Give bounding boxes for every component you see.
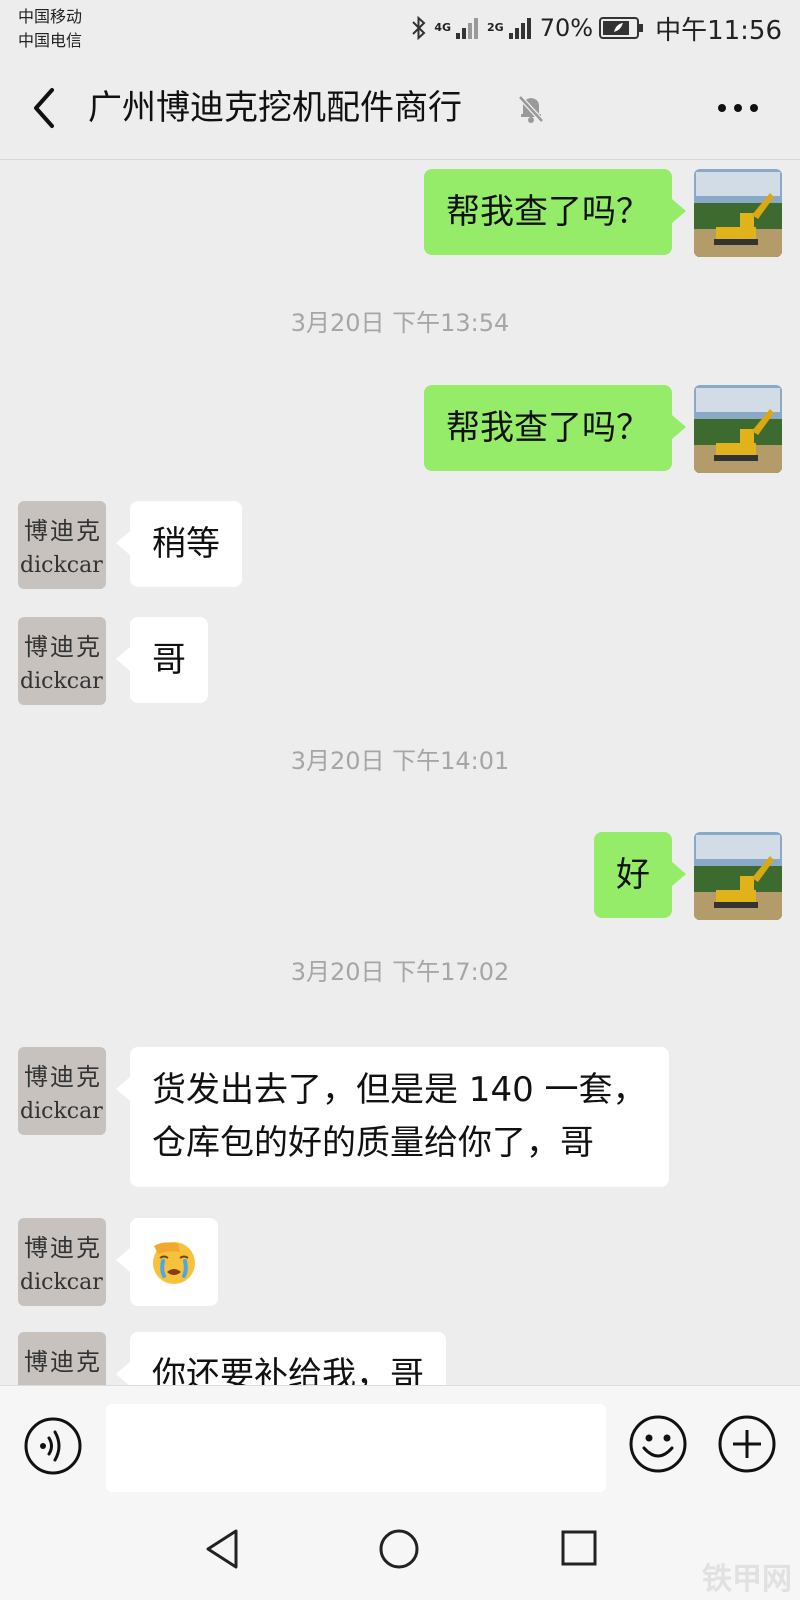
input-bar <box>0 1385 800 1495</box>
timestamp: 3月20日 下午17:02 <box>290 958 510 986</box>
bluetooth-icon <box>410 14 428 42</box>
timestamp: 3月20日 下午13:54 <box>290 309 510 337</box>
system-navigation: 铁甲网 <box>0 1495 800 1600</box>
avatar-text-cn: 博迪克 <box>24 1348 102 1376</box>
message-sent: 帮我查了吗？ <box>0 385 800 475</box>
bell-slash-icon <box>515 92 547 124</box>
message-bubble[interactable]: 帮我查了吗？ <box>424 385 686 471</box>
voice-icon[interactable] <box>23 1416 83 1476</box>
message-bubble[interactable]: 好 <box>594 832 686 918</box>
my-avatar[interactable] <box>694 169 782 257</box>
message-line: 仓库包的好的质量给你了，哥 <box>152 1123 594 1163</box>
status-icons: 4G 2G 70% 中午11:56 <box>410 10 782 46</box>
message-received: 博迪克 dickcar 哥 <box>0 617 800 707</box>
message-received: 博迪克 dickcar 稍等 <box>0 501 800 591</box>
message-bubble[interactable]: 帮我查了吗？ <box>424 169 686 255</box>
status-bar: 中国移动 中国电信 4G 2G 70% 中午11:56 <box>0 0 800 56</box>
plus-circle-icon[interactable] <box>717 1414 777 1474</box>
message-list[interactable]: 帮我查了吗？ 3月20日 下午13:54 帮我查了吗？ 博迪克 dickcar … <box>0 161 800 1385</box>
network-4g-label: 4G <box>434 21 452 34</box>
my-avatar[interactable] <box>694 832 782 920</box>
carrier-2: 中国电信 <box>18 31 83 50</box>
contact-avatar[interactable]: 博迪克 dickcar <box>18 1218 106 1306</box>
battery-icon <box>599 16 645 40</box>
message-received: 博迪克 dickcar 你还要补给我，哥 <box>0 1332 800 1385</box>
avatar-text-en: dickcar <box>20 1099 103 1124</box>
nav-back-icon[interactable] <box>200 1527 244 1571</box>
nav-home-icon[interactable] <box>377 1527 421 1571</box>
chevron-left-icon[interactable] <box>26 84 62 132</box>
avatar-text-en: dickcar <box>20 669 103 694</box>
signal-icon <box>508 15 534 41</box>
contact-avatar[interactable]: 博迪克 dickcar <box>18 501 106 589</box>
network-2g-label: 2G <box>487 21 504 34</box>
chat-header: 广州博迪克挖机配件商行 <box>0 56 800 160</box>
my-avatar[interactable] <box>694 385 782 473</box>
contact-avatar[interactable]: 博迪克 dickcar <box>18 1047 106 1135</box>
avatar-text-cn: 博迪克 <box>24 1063 102 1091</box>
contact-avatar[interactable]: 博迪克 dickcar <box>18 1332 106 1385</box>
message-bubble[interactable]: 稍等 <box>116 501 242 587</box>
message-bubble[interactable] <box>116 1218 218 1306</box>
signal-icon <box>455 15 481 41</box>
clock: 中午11:56 <box>655 15 782 46</box>
avatar-text-cn: 博迪克 <box>24 1234 102 1262</box>
more-dots-icon[interactable] <box>716 90 760 126</box>
carrier-info: 中国移动 中国电信 <box>18 5 82 53</box>
avatar-text-en: dickcar <box>20 1270 103 1295</box>
avatar-text-cn: 博迪克 <box>24 633 102 661</box>
battery-percent: 70% <box>539 14 594 42</box>
message-bubble[interactable]: 你还要补给我，哥 <box>116 1332 446 1385</box>
face-palm-crying-icon <box>153 1242 195 1284</box>
message-received: 博迪克 dickcar <box>0 1218 800 1308</box>
message-input[interactable] <box>106 1404 606 1492</box>
message-bubble[interactable]: 货发出去了，但是是 140 一套， 仓库包的好的质量给你了，哥 <box>116 1047 669 1187</box>
contact-avatar[interactable]: 博迪克 dickcar <box>18 617 106 705</box>
nav-recent-icon[interactable] <box>559 1528 599 1568</box>
smiley-icon[interactable] <box>628 1414 688 1474</box>
message-received: 博迪克 dickcar 货发出去了，但是是 140 一套， 仓库包的好的质量给你… <box>0 1047 800 1189</box>
message-sent: 帮我查了吗？ <box>0 169 800 259</box>
timestamp: 3月20日 下午14:01 <box>290 747 510 775</box>
avatar-text-en: dickcar <box>20 553 103 578</box>
message-sent: 好 <box>0 832 800 922</box>
watermark-logo: 铁甲网 <box>702 1562 792 1597</box>
chat-title: 广州博迪克挖机配件商行 <box>88 88 462 128</box>
carrier-1: 中国移动 <box>18 7 83 26</box>
message-bubble[interactable]: 哥 <box>116 617 208 703</box>
message-line: 货发出去了，但是是 140 一套， <box>152 1070 647 1110</box>
avatar-text-cn: 博迪克 <box>24 517 102 545</box>
